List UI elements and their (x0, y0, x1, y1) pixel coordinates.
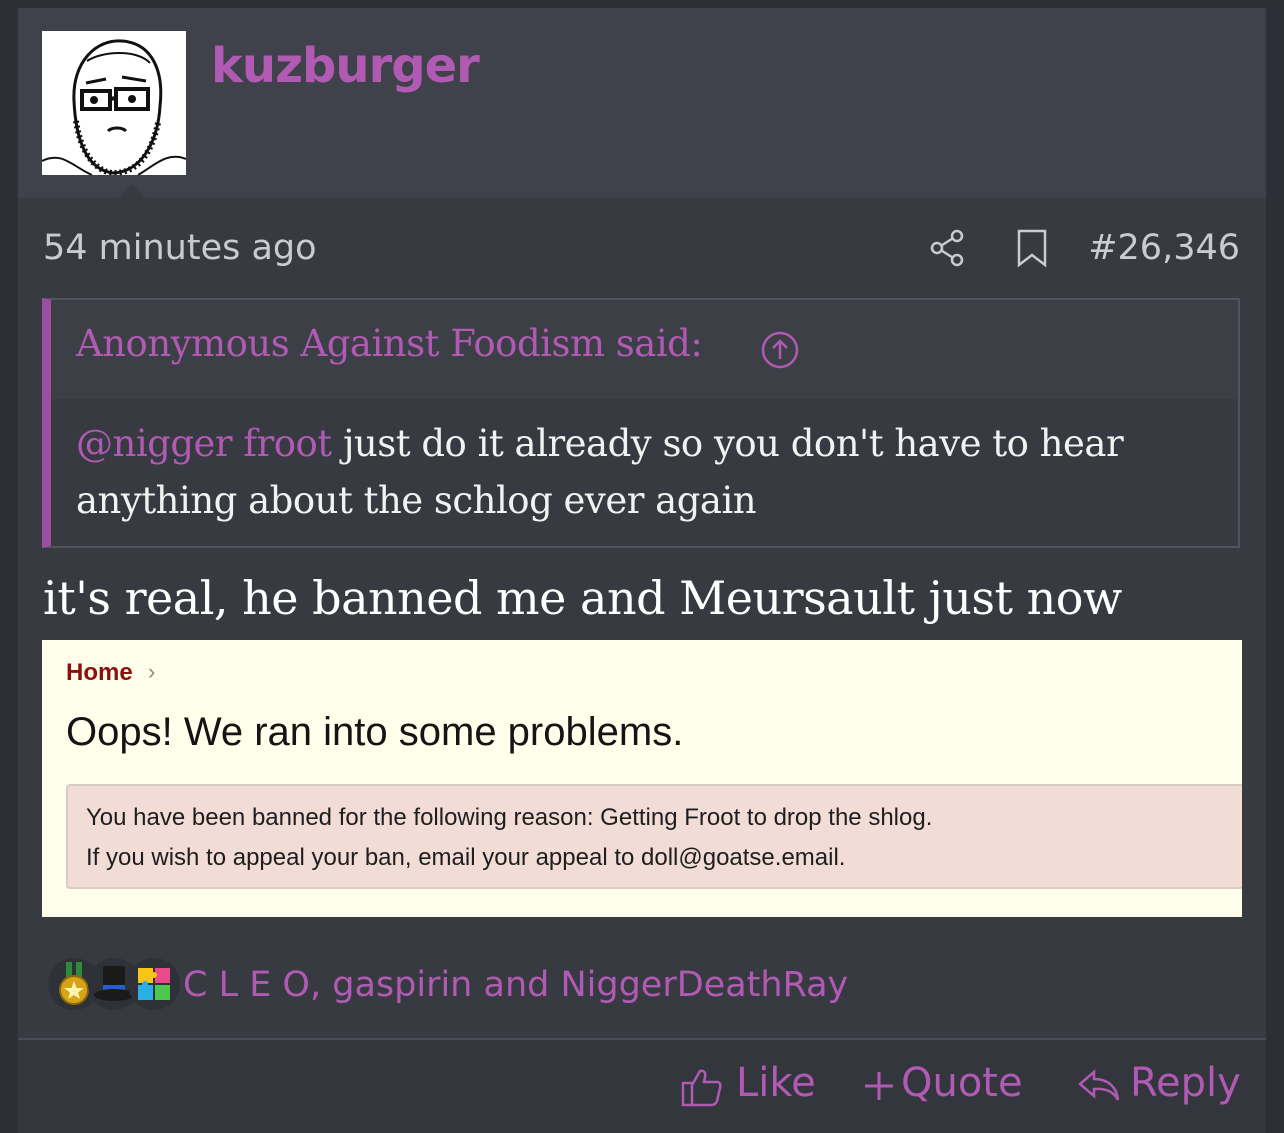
reactor-list[interactable]: C L E O, gaspirin and NiggerDeathRay (183, 965, 848, 1005)
post: kuzburger 54 minutes ago #26,346 Anonymo… (18, 8, 1266, 1133)
post-number[interactable]: #26,346 (1088, 228, 1240, 268)
header-arrow (118, 184, 146, 198)
chevron-right-icon: › (148, 659, 156, 684)
quote-button[interactable]: Quote (863, 1060, 1033, 1110)
plus-icon (865, 1072, 893, 1100)
avatar[interactable] (42, 31, 186, 175)
post-header: kuzburger (18, 8, 1266, 198)
like-button[interactable]: Like (680, 1060, 820, 1110)
bookmark-icon[interactable] (1014, 228, 1050, 268)
embed-breadcrumb-home: Home (66, 659, 133, 686)
quote-block: Anonymous Against Foodism said: @nigger … (42, 298, 1240, 548)
reaction-icons[interactable] (48, 958, 188, 1014)
thumbs-up-icon (681, 1069, 722, 1107)
quote-author[interactable]: Anonymous Against Foodism said: (76, 322, 703, 365)
arrow-up-circle-icon[interactable] (760, 330, 800, 370)
ban-appeal-line: If you wish to appeal your ban, email yo… (86, 844, 846, 871)
embed-title: Oops! We ran into some problems. (66, 710, 684, 754)
puzzle-icon (128, 958, 180, 1010)
quote-body: @nigger froot just do it already so you … (76, 415, 1216, 529)
reply-button[interactable]: Reply (1076, 1060, 1251, 1110)
post-actions: Like Quote Reply (18, 1040, 1266, 1133)
embedded-screenshot[interactable]: Home › Oops! We ran into some problems. … (42, 640, 1242, 917)
username[interactable]: kuzburger (211, 38, 480, 94)
like-label: Like (736, 1060, 816, 1106)
reply-label: Reply (1130, 1060, 1241, 1106)
post-time[interactable]: 54 minutes ago (43, 228, 317, 268)
quote-label: Quote (901, 1060, 1023, 1106)
user-mention[interactable]: @nigger froot (76, 422, 332, 465)
embed-ban-notice: You have been banned for the following r… (66, 784, 1242, 889)
post-body-text: it's real, he banned me and Meursault ju… (43, 571, 1122, 625)
ban-reason-line: You have been banned for the following r… (86, 804, 933, 831)
reply-icon (1078, 1069, 1120, 1101)
share-icon[interactable] (928, 228, 968, 268)
quote-header: Anonymous Against Foodism said: (51, 300, 1238, 399)
